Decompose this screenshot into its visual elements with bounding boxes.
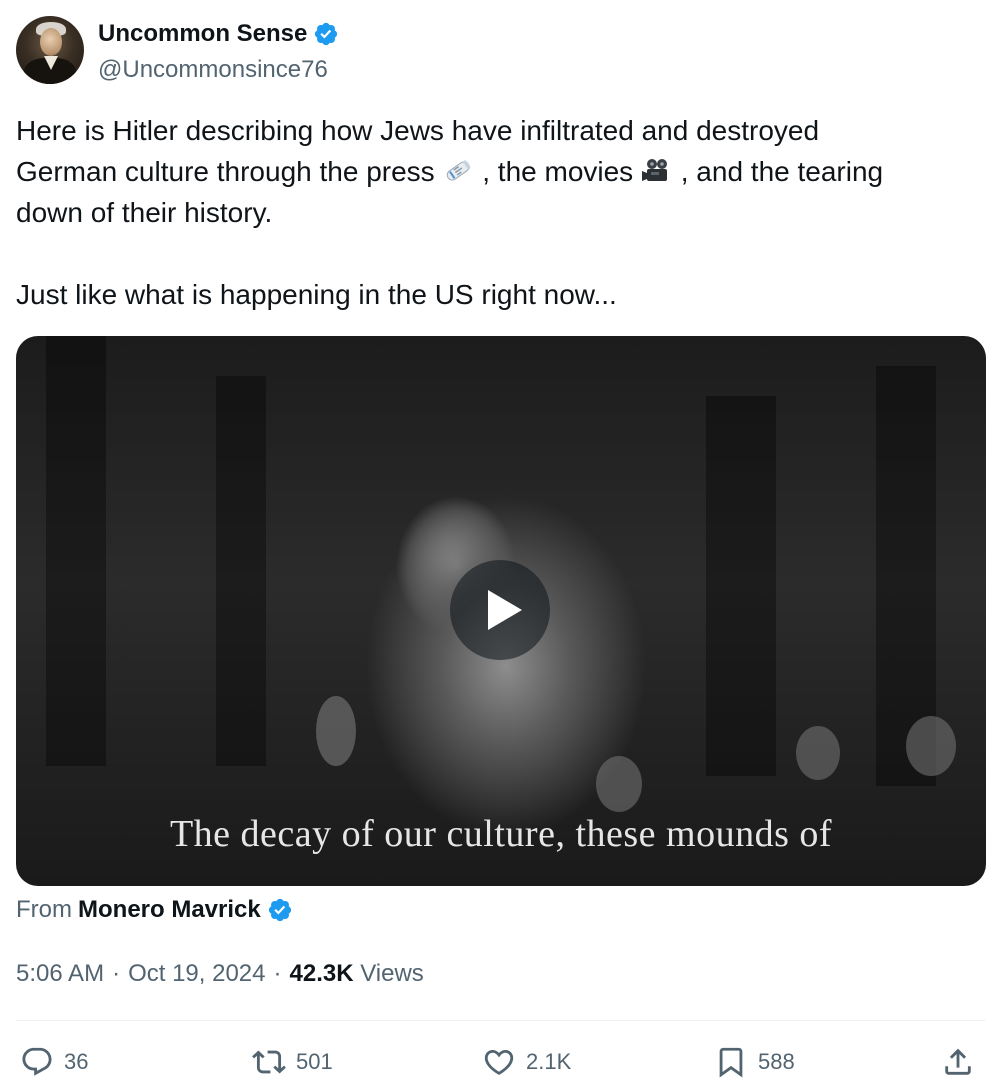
tweet-actions: 36 501 2.1K 588	[16, 1040, 981, 1084]
tweet-date[interactable]: Oct 19, 2024	[128, 960, 265, 988]
play-button[interactable]	[450, 560, 550, 660]
author-avatar[interactable]	[16, 16, 84, 84]
views-label: Views	[360, 960, 424, 987]
verified-badge-icon	[315, 22, 338, 46]
source-account-name[interactable]: Monero Mavrick	[78, 896, 261, 924]
video-player[interactable]: The decay of our culture, these mounds o…	[16, 336, 986, 886]
reply-count: 36	[64, 1049, 89, 1074]
tweet-text-line: down of their history.	[16, 197, 273, 228]
like-count: 2.1K	[526, 1049, 572, 1074]
retweet-icon	[252, 1050, 286, 1074]
tweet-text-line: Just like what is happening in the US ri…	[16, 279, 617, 310]
author-name-line: Uncommon Sense	[98, 20, 339, 48]
views-count: 42.3K	[289, 960, 354, 987]
author-handle[interactable]: @Uncommonsince76	[98, 56, 328, 84]
tweet-text-line: German culture through the press	[16, 156, 443, 187]
retweet-button[interactable]: 501	[252, 1040, 333, 1084]
source-label: From	[16, 896, 72, 923]
author-display-name[interactable]: Uncommon Sense	[98, 20, 307, 48]
tweet-time[interactable]: 5:06 AM	[16, 960, 104, 988]
meta-separator: ·	[112, 960, 121, 987]
like-button[interactable]: 2.1K	[482, 1040, 571, 1084]
tweet-text: Here is Hitler describing how Jews have …	[16, 110, 981, 315]
reply-icon	[22, 1047, 52, 1076]
share-icon	[945, 1048, 971, 1075]
tweet-text-line: Here is Hitler describing how Jews have …	[16, 115, 820, 146]
movie-camera-emoji	[641, 159, 667, 181]
tweet-header: Uncommon Sense @Uncommonsince76	[16, 16, 976, 86]
video-subtitle: The decay of our culture, these mounds o…	[169, 813, 833, 855]
share-button[interactable]	[941, 1040, 975, 1084]
heart-icon	[484, 1049, 514, 1075]
tweet-meta: 5:06 AM · Oct 19, 2024 · 42.3K Views	[16, 960, 424, 988]
newspaper-roll-emoji	[447, 160, 471, 181]
play-icon	[488, 590, 522, 630]
verified-badge-icon	[268, 898, 291, 922]
divider	[16, 1020, 986, 1021]
bookmark-count: 588	[758, 1049, 795, 1074]
tweet-text-line: , and the tearing	[672, 156, 884, 187]
retweet-count: 501	[296, 1049, 333, 1074]
bookmark-button[interactable]: 588	[714, 1040, 795, 1084]
bookmark-icon	[719, 1047, 743, 1078]
tweet-text-line: , the movies	[474, 156, 641, 187]
reply-button[interactable]: 36	[20, 1040, 88, 1084]
meta-separator: ·	[273, 960, 282, 987]
video-source: From Monero Mavrick	[16, 896, 293, 924]
